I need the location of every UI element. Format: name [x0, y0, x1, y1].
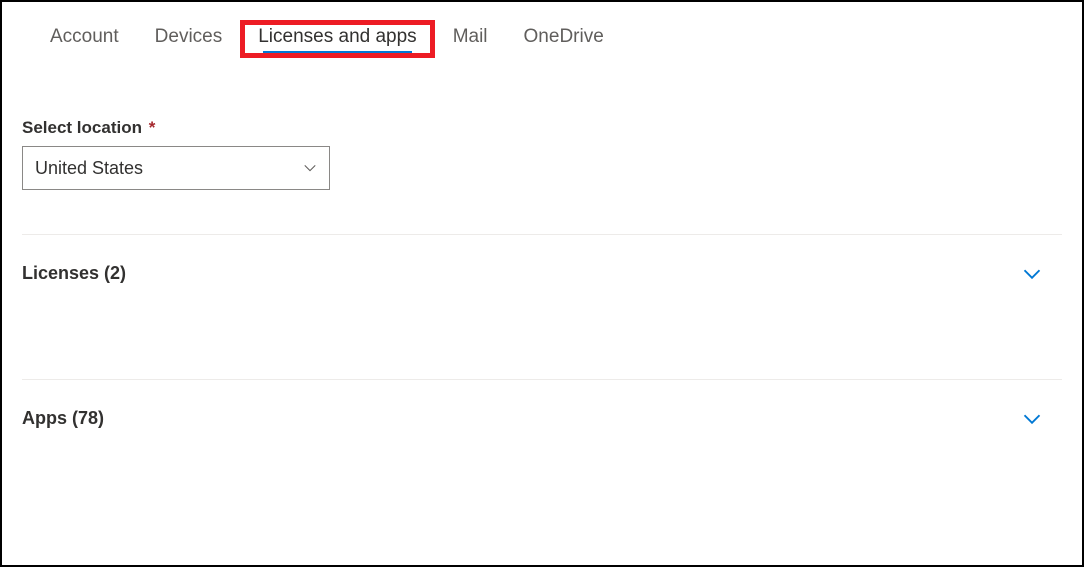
tab-mail[interactable]: Mail: [435, 20, 506, 58]
section-apps-title: Apps (78): [22, 408, 104, 429]
tab-devices[interactable]: Devices: [137, 20, 241, 58]
tab-licenses-and-apps[interactable]: Licenses and apps: [240, 20, 434, 58]
tab-account[interactable]: Account: [32, 20, 137, 58]
section-licenses-title: Licenses (2): [22, 263, 126, 284]
location-label-text: Select location: [22, 118, 142, 137]
section-apps[interactable]: Apps (78): [22, 379, 1062, 429]
tab-bar: Account Devices Licenses and apps Mail O…: [2, 2, 1082, 58]
chevron-down-icon: [303, 161, 317, 175]
location-dropdown[interactable]: United States: [22, 146, 330, 190]
chevron-down-icon: [1022, 409, 1042, 429]
location-label: Select location *: [22, 118, 1062, 138]
section-licenses[interactable]: Licenses (2): [22, 234, 1062, 284]
required-asterisk: *: [149, 118, 156, 137]
tab-onedrive[interactable]: OneDrive: [506, 20, 622, 58]
content-area: Select location * United States Licenses…: [2, 58, 1082, 429]
chevron-down-icon: [1022, 264, 1042, 284]
location-dropdown-value: United States: [35, 158, 143, 179]
